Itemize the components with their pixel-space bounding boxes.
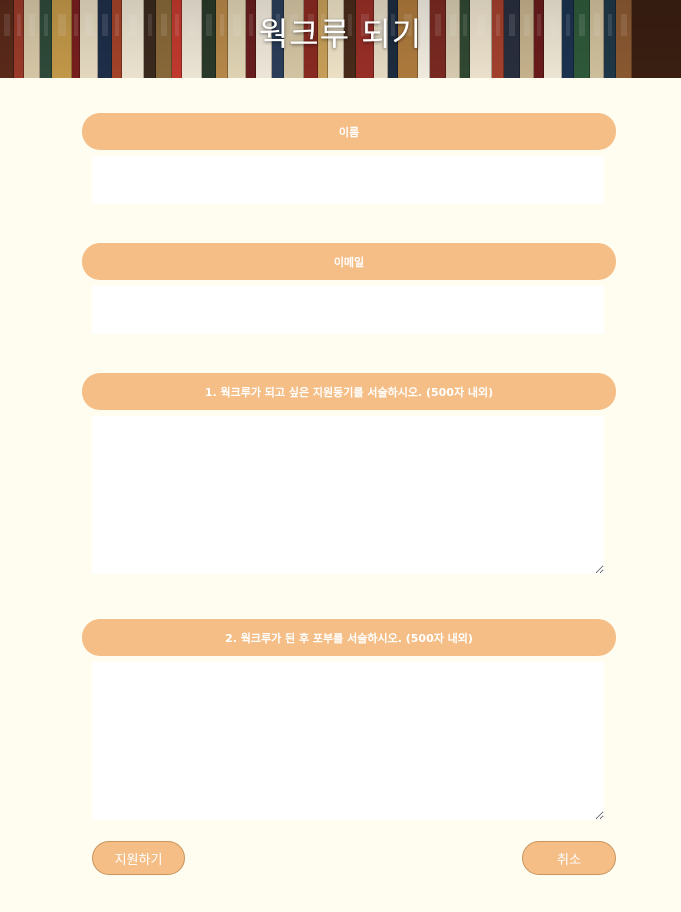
question1-label: 1. 웍크루가 되고 싶은 지원동기를 서술하시오. (500자 내외) <box>82 373 616 410</box>
submit-button[interactable]: 지원하기 <box>92 841 185 875</box>
question2-textarea[interactable] <box>92 662 604 820</box>
question1-textarea[interactable] <box>92 416 604 574</box>
form-actions: 지원하기 취소 <box>92 841 616 875</box>
email-input[interactable] <box>92 286 604 334</box>
application-form: 이름 이메일 1. 웍크루가 되고 싶은 지원동기를 서술하시오. (500자 … <box>82 113 616 820</box>
name-input[interactable] <box>92 156 604 204</box>
question1-field-group: 1. 웍크루가 되고 싶은 지원동기를 서술하시오. (500자 내외) <box>82 373 616 574</box>
email-label: 이메일 <box>82 243 616 280</box>
question2-field-group: 2. 웍크루가 된 후 포부를 서술하시오. (500자 내외) <box>82 619 616 820</box>
name-label: 이름 <box>82 113 616 150</box>
header-banner: 웍크루 되기 <box>0 0 681 78</box>
page-title: 웍크루 되기 <box>258 15 423 53</box>
cancel-button[interactable]: 취소 <box>522 841 616 875</box>
email-field-group: 이메일 <box>82 243 616 334</box>
question2-label: 2. 웍크루가 된 후 포부를 서술하시오. (500자 내외) <box>82 619 616 656</box>
name-field-group: 이름 <box>82 113 616 204</box>
